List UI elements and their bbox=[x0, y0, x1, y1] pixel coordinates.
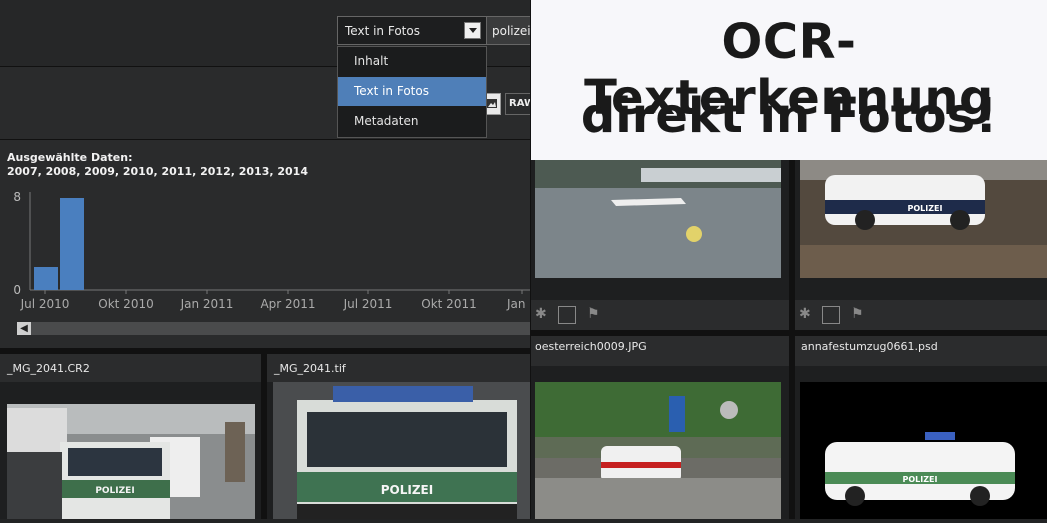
x-tick-label: Apr 2011 bbox=[260, 297, 315, 311]
raw-filter-button[interactable]: RAW bbox=[505, 93, 535, 115]
thumbnail-controls: ✱ ⚑ bbox=[795, 300, 1047, 330]
scroll-left-icon[interactable]: ◀ bbox=[17, 322, 31, 335]
histogram-bar[interactable] bbox=[34, 267, 58, 290]
histogram-bar[interactable] bbox=[60, 198, 84, 290]
thumbnail-controls: ✱ ⚑ bbox=[531, 300, 789, 330]
search-mode-value: Text in Fotos bbox=[345, 24, 420, 38]
search-mode-select[interactable]: Text in Fotos bbox=[337, 16, 487, 45]
thumbnail-image[interactable]: POLIZEI bbox=[795, 160, 1047, 300]
search-input[interactable]: polizei bbox=[487, 16, 531, 45]
thumbnail-caption: oesterreich0009.JPG bbox=[531, 336, 789, 366]
thumbnail-filename: _MG_2041.CR2 bbox=[7, 362, 90, 375]
promo-banner: OCR-Texterkennung direkt in Fotos! bbox=[531, 0, 1047, 160]
flag-icon[interactable]: ⚑ bbox=[587, 306, 605, 324]
thumbnail-cell[interactable]: POLIZEI bbox=[795, 160, 1047, 300]
thumbnail-image[interactable]: POLIZEI bbox=[795, 366, 1047, 519]
x-tick-label: Jul 2010 bbox=[20, 297, 70, 311]
x-tick-label: Jul 2011 bbox=[343, 297, 393, 311]
flag-icon[interactable]: ⚑ bbox=[851, 306, 869, 324]
reject-icon[interactable] bbox=[822, 306, 840, 324]
chevron-down-icon[interactable] bbox=[464, 22, 481, 39]
y-tick-top: 8 bbox=[13, 190, 21, 204]
thumbnail-filename: oesterreich0009.JPG bbox=[535, 340, 647, 353]
histogram-x-ticks: Jul 2010 Okt 2010 Jan 2011 Apr 2011 Jul 2011… bbox=[20, 290, 530, 311]
thumbnail-cell[interactable] bbox=[531, 160, 789, 300]
selected-data-title: Ausgewählte Daten: bbox=[7, 151, 133, 164]
dropdown-option-text-in-fotos[interactable]: Text in Fotos bbox=[338, 77, 486, 106]
divider bbox=[531, 330, 1047, 336]
x-tick-label: Jan 2011 bbox=[180, 297, 234, 311]
dropdown-option-inhalt[interactable]: Inhalt bbox=[338, 47, 486, 76]
dropdown-option-metadaten[interactable]: Metadaten bbox=[338, 107, 486, 136]
search-mode-dropdown: Inhalt Text in Fotos Metadaten bbox=[337, 46, 487, 138]
svg-text:POLIZEI: POLIZEI bbox=[908, 204, 943, 213]
histogram-caption: Ausgewählte Daten: 2007, 2008, 2009, 201… bbox=[7, 151, 308, 179]
thumbnail-image[interactable] bbox=[531, 160, 789, 300]
svg-text:POLIZEI: POLIZEI bbox=[903, 475, 938, 484]
divider bbox=[789, 160, 795, 519]
thumbnail-cell[interactable]: POLIZEI bbox=[267, 382, 530, 519]
date-histogram-chart[interactable]: 8 0 Jul 2010 Okt 2010 Jan 2011 Apr 2011 Jul … bbox=[0, 186, 530, 316]
x-tick-label: Jan 2 bbox=[506, 297, 530, 311]
histogram-scrollbar[interactable] bbox=[17, 322, 530, 335]
thumbnail-image[interactable] bbox=[531, 366, 789, 519]
thumbnail-cell[interactable]: POLIZEI bbox=[0, 382, 261, 519]
reject-icon[interactable] bbox=[558, 306, 576, 324]
svg-text:POLIZEI: POLIZEI bbox=[381, 483, 433, 497]
thumbnail-image[interactable]: POLIZEI bbox=[0, 382, 261, 519]
thumbnail-caption: annafestumzug0661.psd bbox=[795, 336, 1047, 366]
thumbnail-caption: _MG_2041.tif bbox=[267, 354, 530, 382]
thumbnail-image[interactable]: POLIZEI bbox=[267, 382, 530, 519]
thumbnail-cell[interactable]: POLIZEI bbox=[795, 366, 1047, 519]
promo-line-2: direkt in Fotos! bbox=[580, 88, 998, 144]
histogram-bars bbox=[34, 198, 84, 290]
x-tick-label: Okt 2010 bbox=[98, 297, 153, 311]
thumbnail-caption: _MG_2041.CR2 bbox=[0, 354, 261, 382]
x-tick-label: Okt 2011 bbox=[421, 297, 476, 311]
svg-text:POLIZEI: POLIZEI bbox=[95, 486, 134, 496]
thumbnail-filename: annafestumzug0661.psd bbox=[801, 340, 938, 353]
pick-flag-icon[interactable]: ✱ bbox=[799, 306, 817, 324]
pick-flag-icon[interactable]: ✱ bbox=[535, 306, 553, 324]
y-tick-bottom: 0 bbox=[13, 283, 21, 297]
selected-years: 2007, 2008, 2009, 2010, 2011, 2012, 2013… bbox=[7, 165, 308, 178]
thumbnail-filename: _MG_2041.tif bbox=[274, 362, 346, 375]
thumbnail-cell[interactable] bbox=[531, 366, 789, 519]
